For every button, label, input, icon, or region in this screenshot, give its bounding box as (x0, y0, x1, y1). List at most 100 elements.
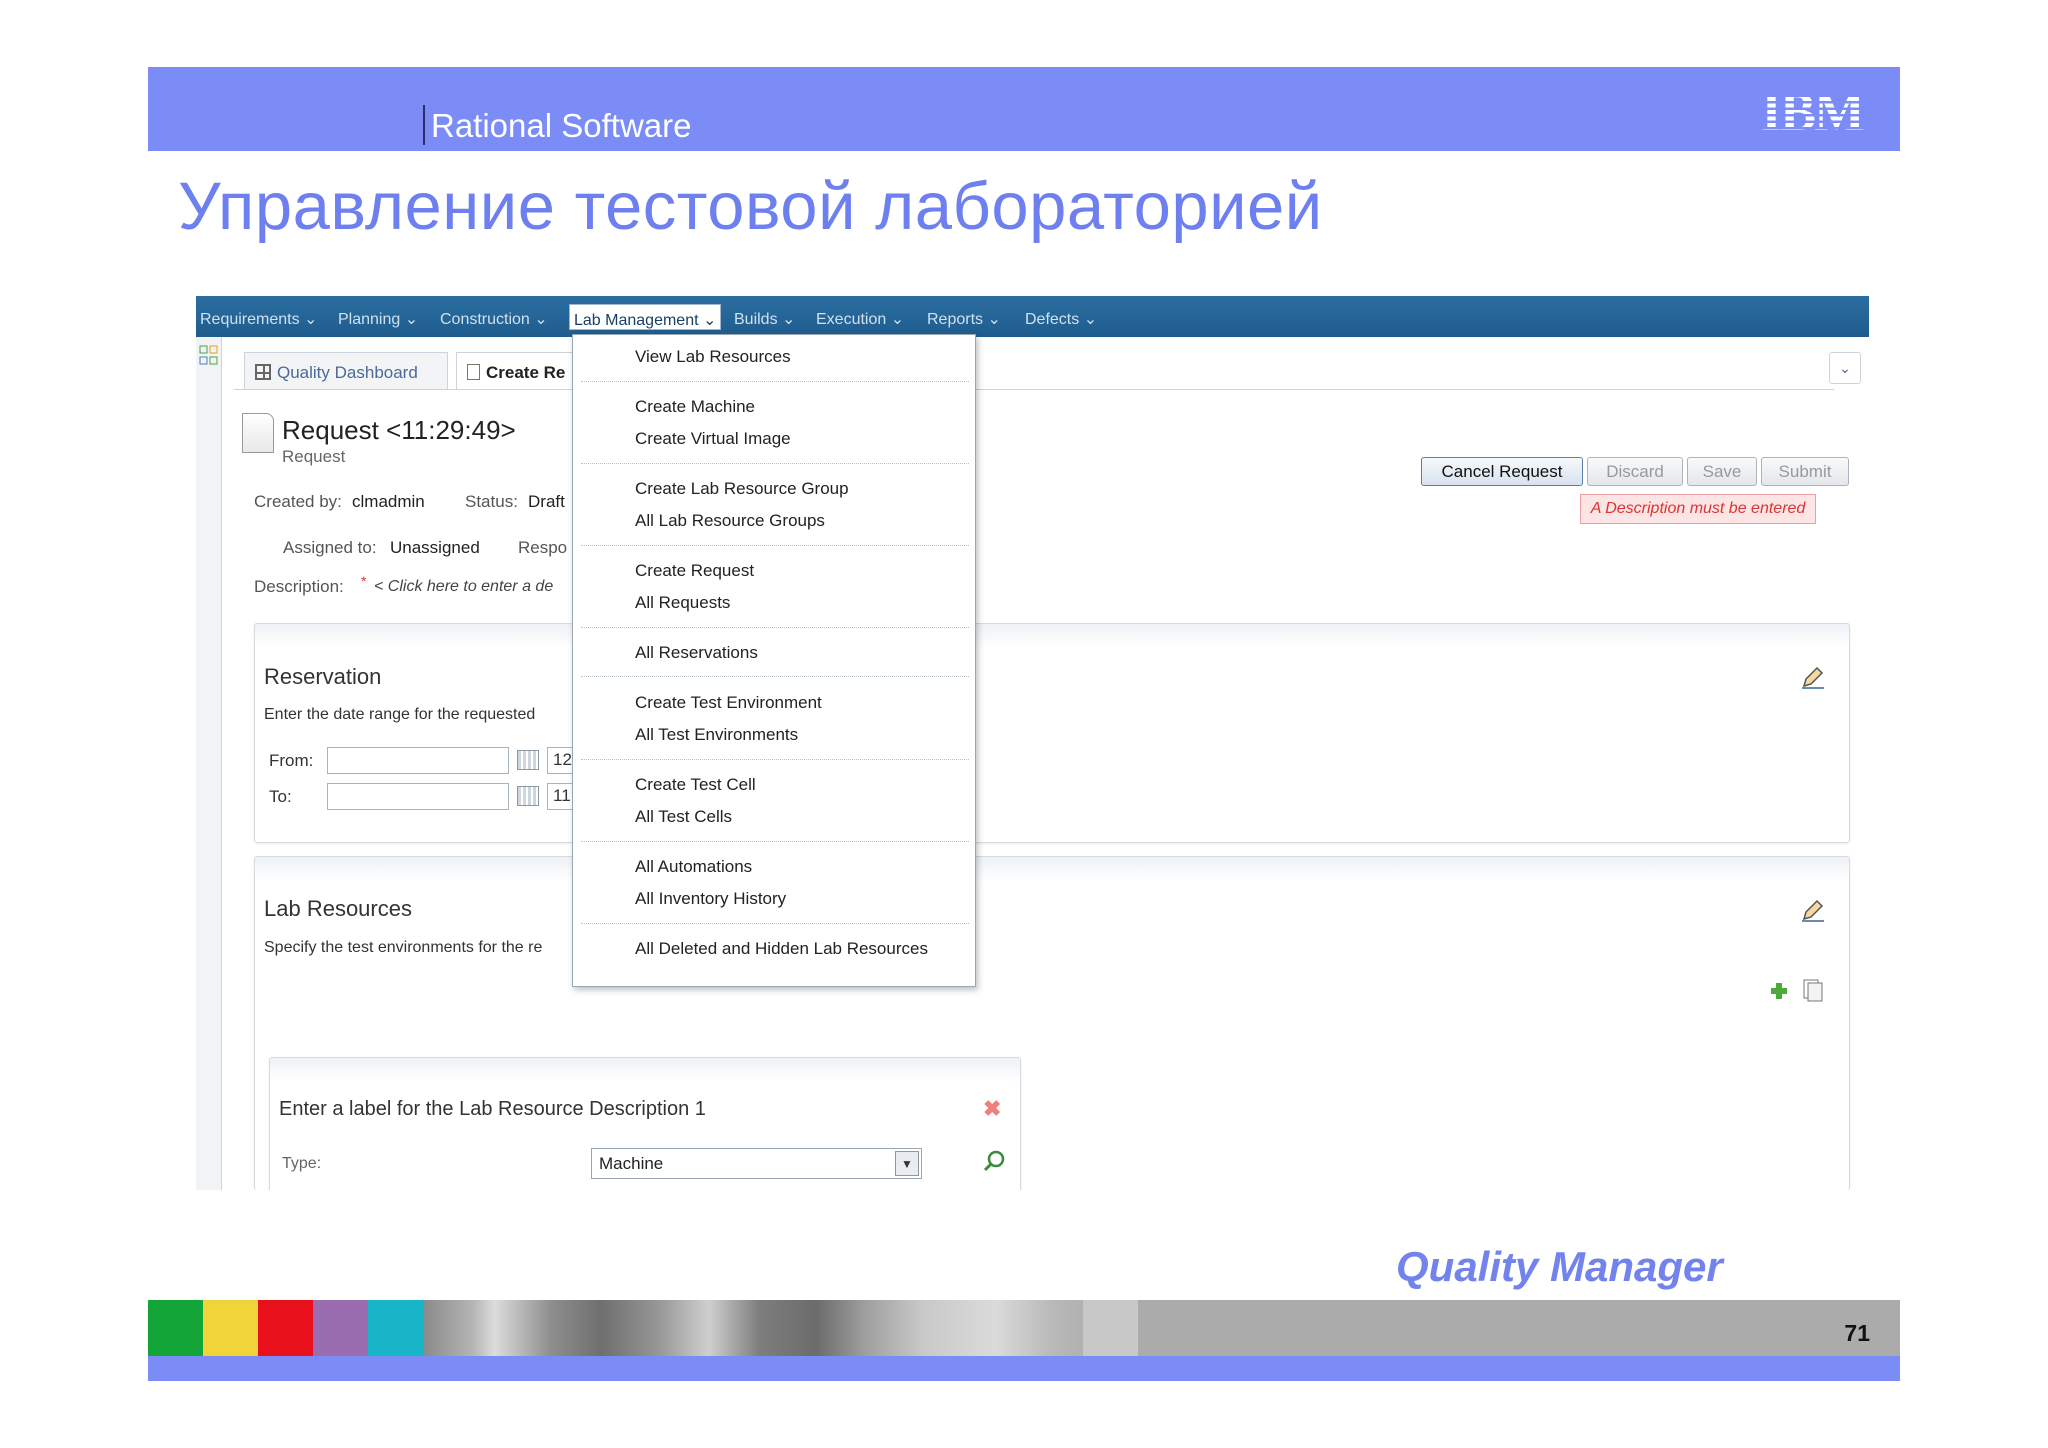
menu-item-create-request[interactable]: Create Request (635, 561, 754, 581)
save-button[interactable]: Save (1687, 457, 1757, 486)
menu-divider (581, 381, 969, 382)
assigned-value[interactable]: Unassigned (390, 538, 480, 558)
description-field[interactable]: < Click here to enter a de (374, 578, 553, 596)
dashboard-icon (255, 364, 271, 380)
nav-construction[interactable]: Construction ⌄ (440, 309, 548, 329)
swatch (258, 1300, 313, 1356)
to-date-input[interactable] (327, 783, 509, 810)
from-label: From: (269, 751, 314, 770)
menu-divider (581, 463, 969, 464)
from-date-input[interactable] (327, 747, 509, 774)
created-by-value: clmadmin (352, 492, 425, 511)
request-title: Request <11:29:49> (282, 415, 516, 445)
search-icon[interactable] (983, 1149, 1007, 1173)
page-number: 71 (1844, 1320, 1870, 1346)
request-icon (242, 413, 274, 453)
tab-quality-dashboard[interactable]: Quality Dashboard (244, 352, 448, 390)
menu-item-view-lab-resources[interactable]: View Lab Resources (635, 347, 791, 367)
menu-divider (581, 545, 969, 546)
document-icon (467, 364, 480, 380)
required-marker: * (361, 573, 367, 589)
calendar-icon[interactable] (517, 786, 539, 806)
reservation-hint: Enter the date range for the requested (264, 706, 536, 723)
assigned-label: Assigned to: (283, 538, 377, 557)
request-type: Request (282, 447, 346, 466)
footer-strip: 71 (148, 1300, 1900, 1356)
resp-label: Respo (518, 538, 568, 557)
created-by-label: Created by: (254, 492, 342, 511)
menu-item-all-test-environments[interactable]: All Test Environments (635, 725, 798, 745)
chevron-down-icon: ▼ (895, 1151, 919, 1176)
menu-divider (581, 841, 969, 842)
nav-builds[interactable]: Builds ⌄ (734, 309, 795, 329)
status-value: Draft (528, 492, 565, 511)
grid-icon[interactable] (199, 345, 219, 367)
footer-block (1083, 1300, 1138, 1356)
add-icon[interactable] (1769, 981, 1789, 1001)
swatch (368, 1300, 423, 1356)
main-nav: Requirements ⌄ Planning ⌄ Construction ⌄… (196, 296, 1869, 337)
menu-divider (581, 759, 969, 760)
swatch (203, 1300, 258, 1356)
reservation-panel: Reservation Enter the date range for the… (254, 623, 1850, 843)
nav-planning[interactable]: Planning ⌄ (338, 309, 418, 329)
menu-item-all-test-cells[interactable]: All Test Cells (635, 807, 732, 827)
nav-requirements[interactable]: Requirements ⌄ (200, 309, 317, 329)
menu-item-all-requests[interactable]: All Requests (635, 593, 730, 613)
type-select[interactable]: Machine ▼ (591, 1148, 922, 1179)
footer-band (148, 1356, 1900, 1381)
menu-item-all-automations[interactable]: All Automations (635, 857, 752, 877)
menu-item-create-test-environment[interactable]: Create Test Environment (635, 693, 822, 713)
menu-item-all-reservations[interactable]: All Reservations (635, 643, 758, 663)
nav-lab-management[interactable]: Lab Management ⌄ (569, 304, 722, 330)
chevron-down-icon[interactable]: ⌄ (1829, 352, 1861, 384)
menu-item-create-machine[interactable]: Create Machine (635, 397, 755, 417)
content-area: Quality Dashboard Create Re ⌄ Request <1… (224, 337, 1869, 1190)
ibm-logo: IBM (1761, 84, 1866, 136)
nav-defects[interactable]: Defects ⌄ (1025, 309, 1097, 329)
copy-icon[interactable] (1802, 978, 1824, 1002)
validation-warning: A Description must be entered (1580, 494, 1816, 524)
brand-separator (423, 105, 425, 145)
svg-text:IBM: IBM (1761, 84, 1864, 136)
menu-item-create-test-cell[interactable]: Create Test Cell (635, 775, 756, 795)
header-banner: Rational Software IBM (148, 67, 1900, 151)
menu-divider (581, 923, 969, 924)
nav-execution[interactable]: Execution ⌄ (816, 309, 904, 329)
menu-item-all-inventory-history[interactable]: All Inventory History (635, 889, 786, 909)
reservation-title: Reservation (264, 664, 382, 689)
menu-divider (581, 627, 969, 628)
nav-reports[interactable]: Reports ⌄ (927, 309, 1001, 329)
discard-button[interactable]: Discard (1587, 457, 1683, 486)
menu-item-all-lab-resource-groups[interactable]: All Lab Resource Groups (635, 511, 825, 531)
submit-button[interactable]: Submit (1761, 457, 1849, 486)
menu-item-all-deleted-hidden-lab-resources[interactable]: All Deleted and Hidden Lab Resources (635, 939, 928, 959)
type-label: Type: (282, 1155, 322, 1172)
menu-item-create-virtual-image[interactable]: Create Virtual Image (635, 429, 791, 449)
product-name: Quality Manager (1396, 1243, 1723, 1290)
close-icon[interactable]: ✖ (983, 1096, 1001, 1122)
edit-icon[interactable] (1800, 664, 1826, 690)
to-label: To: (269, 787, 292, 806)
status-label: Status: (465, 492, 518, 511)
lab-resources-hint: Specify the test environments for the re (264, 939, 543, 956)
menu-item-create-lab-resource-group[interactable]: Create Lab Resource Group (635, 479, 849, 499)
edit-icon[interactable] (1800, 897, 1826, 923)
description-card-title: Enter a label for the Lab Resource Descr… (279, 1098, 706, 1120)
tab-create-request[interactable]: Create Re (456, 352, 586, 390)
swatch (313, 1300, 368, 1356)
left-strip (196, 337, 222, 1190)
swatch (148, 1300, 203, 1356)
menu-divider (581, 676, 969, 677)
tab-divider (234, 389, 1834, 390)
footer-swatches (148, 1300, 423, 1356)
lab-management-menu: View Lab Resources Create Machine Create… (572, 334, 976, 987)
app-screenshot: Requirements ⌄ Planning ⌄ Construction ⌄… (196, 296, 1869, 1190)
cancel-request-button[interactable]: Cancel Request (1421, 457, 1583, 486)
slide-title: Управление тестовой лабораторией (178, 169, 1323, 244)
description-label: Description: (254, 577, 344, 596)
calendar-icon[interactable] (517, 750, 539, 770)
brand-text: Rational Software (431, 107, 692, 144)
footer-imagery (423, 1300, 1138, 1356)
lab-resources-title: Lab Resources (264, 896, 412, 921)
